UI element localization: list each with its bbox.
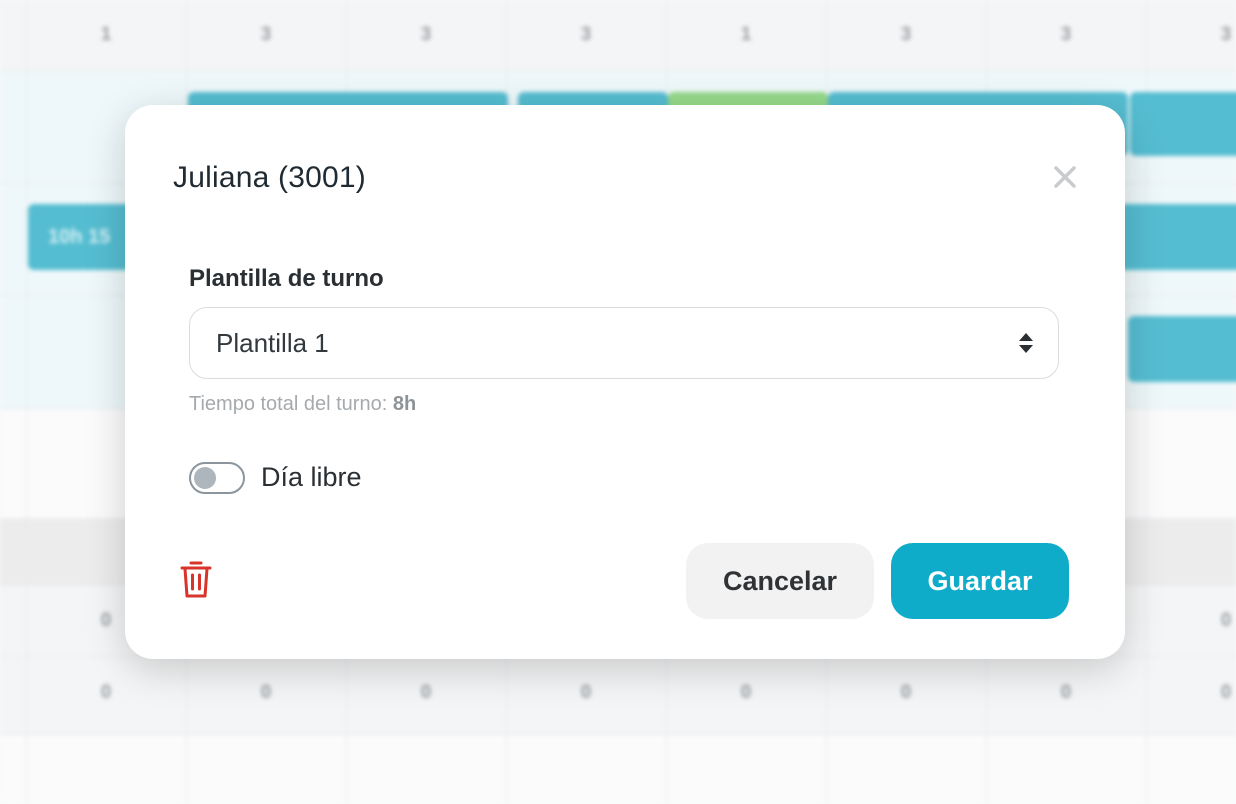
template-select-value: Plantilla 1 <box>216 327 329 358</box>
grid-line <box>0 734 1236 735</box>
count-cell: 0 <box>100 610 112 631</box>
count-cell: 3 <box>580 24 592 45</box>
save-button[interactable]: Guardar <box>891 543 1069 619</box>
grid-line <box>0 70 1236 71</box>
count-cell: 0 <box>420 682 432 703</box>
count-cell: 3 <box>1220 24 1232 45</box>
cancel-button[interactable]: Cancelar <box>686 543 874 619</box>
template-select[interactable]: Plantilla 1 <box>189 307 1059 379</box>
count-cell: 0 <box>1060 682 1072 703</box>
count-cell: 0 <box>740 682 752 703</box>
count-cell: 0 <box>1220 682 1232 703</box>
count-cell: 3 <box>900 24 912 45</box>
count-cell: 0 <box>260 682 272 703</box>
shift-bar[interactable] <box>1128 316 1236 382</box>
count-cell: 0 <box>1220 610 1232 631</box>
close-icon <box>1054 166 1076 188</box>
edit-shift-modal: Juliana (3001) Plantilla de turno Planti… <box>125 105 1125 659</box>
total-time-hint: Tiempo total del turno: 8h <box>189 393 416 416</box>
delete-button[interactable] <box>179 560 213 600</box>
count-cell: 1 <box>100 24 112 45</box>
count-cell: 0 <box>580 682 592 703</box>
modal-title: Juliana (3001) <box>173 161 366 194</box>
day-off-label: Día libre <box>261 462 362 492</box>
total-time-label: Tiempo total del turno: <box>189 393 388 415</box>
day-off-toggle[interactable] <box>189 462 245 494</box>
toggle-knob <box>194 467 216 489</box>
shift-bar[interactable] <box>1130 92 1236 156</box>
count-cell: 0 <box>100 682 112 703</box>
count-cell: 3 <box>1060 24 1072 45</box>
count-cell: 1 <box>740 24 752 45</box>
close-button[interactable] <box>1051 163 1079 191</box>
shift-bar-label: 10h 15 <box>48 226 111 248</box>
trash-icon <box>180 561 212 598</box>
count-cell: 3 <box>420 24 432 45</box>
grid-line <box>26 0 27 804</box>
template-label: Plantilla de turno <box>189 265 384 292</box>
count-cell: 3 <box>260 24 272 45</box>
total-time-value: 8h <box>392 393 417 415</box>
count-cell: 0 <box>900 682 912 703</box>
shift-bar[interactable] <box>1118 204 1236 270</box>
sort-arrows-icon <box>1019 333 1033 353</box>
